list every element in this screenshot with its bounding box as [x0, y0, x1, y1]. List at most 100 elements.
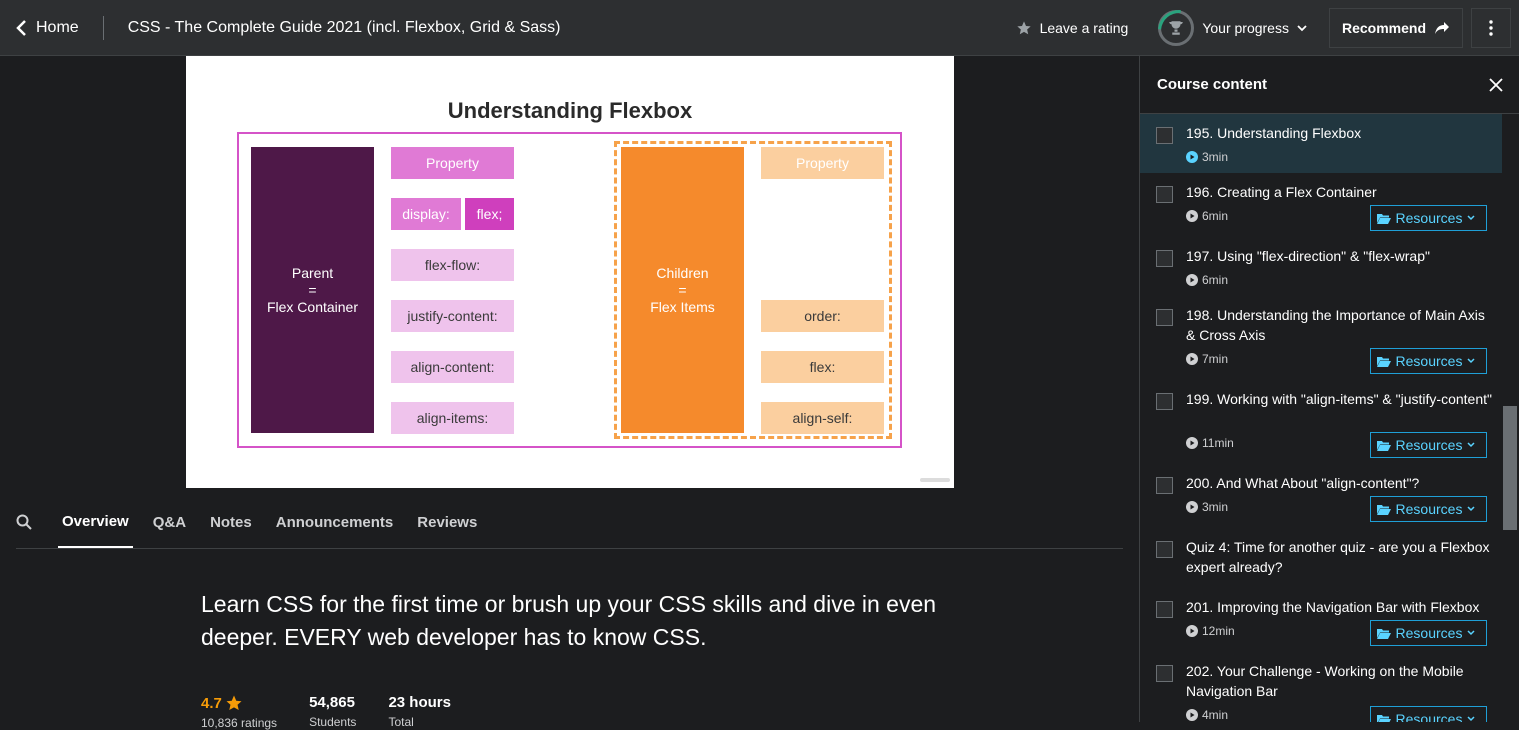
- lecture-duration-text: 7min: [1202, 352, 1229, 366]
- chevron-down-icon: [1467, 630, 1475, 636]
- lecture-item[interactable]: 195. Understanding Flexbox 3min: [1140, 114, 1502, 173]
- chevron-left-icon: [16, 19, 26, 36]
- tab-qa[interactable]: Q&A: [149, 496, 190, 548]
- lecture-item[interactable]: 199. Working with "align-items" & "justi…: [1140, 380, 1502, 464]
- lecture-duration: 6min: [1186, 209, 1228, 223]
- hours-value: 23 hours: [388, 694, 451, 711]
- search-icon: [16, 514, 32, 530]
- children-property-header: Property: [761, 147, 884, 179]
- tab-announcements[interactable]: Announcements: [272, 496, 398, 548]
- video-player[interactable]: Understanding Flexbox Parent = Flex Cont…: [0, 56, 1139, 488]
- lecture-duration: 6min: [1186, 273, 1228, 287]
- resources-label: Resources: [1395, 437, 1463, 453]
- course-title[interactable]: CSS - The Complete Guide 2021 (incl. Fle…: [128, 19, 561, 37]
- more-options-button[interactable]: [1471, 7, 1511, 48]
- sidebar-title: Course content: [1157, 76, 1268, 93]
- lecture-title: 195. Understanding Flexbox: [1186, 125, 1362, 141]
- tab-reviews[interactable]: Reviews: [413, 496, 481, 548]
- chevron-down-icon: [1467, 358, 1475, 364]
- lecture-item[interactable]: 197. Using "flex-direction" & "flex-wrap…: [1140, 237, 1502, 296]
- students-value: 54,865: [309, 694, 355, 711]
- play-circle-icon: [1186, 353, 1198, 365]
- chevron-down-icon: [1297, 24, 1307, 31]
- search-button[interactable]: [16, 496, 40, 548]
- lecture-checkbox[interactable]: [1156, 250, 1173, 267]
- lecture-duration-text: 6min: [1202, 209, 1229, 223]
- prop-flex-value: flex;: [465, 198, 514, 230]
- play-circle-icon: [1186, 274, 1198, 286]
- tab-overview[interactable]: Overview: [58, 496, 133, 548]
- resources-dropdown[interactable]: Resources: [1370, 496, 1487, 522]
- lecture-title: 196. Creating a Flex Container: [1186, 184, 1377, 200]
- play-circle-icon: [1186, 625, 1198, 637]
- overview-panel: Learn CSS for the first time or brush up…: [201, 588, 941, 730]
- prop-flex: flex:: [761, 351, 884, 383]
- resources-label: Resources: [1395, 210, 1463, 226]
- prop-align-self: align-self:: [761, 402, 884, 434]
- hours-label: Total: [388, 715, 414, 729]
- folder-open-icon: [1376, 440, 1391, 451]
- course-tabs: Overview Q&A Notes Announcements Reviews: [16, 496, 1123, 549]
- lecture-checkbox[interactable]: [1156, 541, 1173, 558]
- scrollbar-thumb[interactable]: [1503, 406, 1517, 530]
- lecture-duration-text: 6min: [1202, 273, 1229, 287]
- resources-dropdown[interactable]: Resources: [1370, 205, 1487, 231]
- sidebar-scrollbar[interactable]: [1502, 114, 1519, 722]
- home-link[interactable]: Home: [0, 0, 79, 55]
- lecture-title: 200. And What About "align-content"?: [1186, 475, 1420, 491]
- lecture-title: 199. Working with "align-items" & "justi…: [1186, 391, 1492, 407]
- prop-flex-flow: flex-flow:: [391, 249, 514, 281]
- resources-dropdown[interactable]: Resources: [1370, 348, 1487, 374]
- quiz-title: Quiz 4: Time for another quiz - are you …: [1186, 539, 1490, 575]
- top-bar: Home CSS - The Complete Guide 2021 (incl…: [0, 0, 1519, 56]
- lecture-item[interactable]: 196. Creating a Flex Container 6min Reso…: [1140, 173, 1502, 237]
- lecture-checkbox[interactable]: [1156, 601, 1173, 618]
- resources-label: Resources: [1395, 711, 1463, 722]
- hours-stat: 23 hours Total: [388, 694, 451, 730]
- lecture-duration: 7min: [1186, 352, 1228, 366]
- prop-display: display:: [391, 198, 461, 230]
- lecture-checkbox[interactable]: [1156, 477, 1173, 494]
- play-circle-icon: [1186, 709, 1198, 721]
- parent-line-3: Flex Container: [266, 298, 359, 315]
- progress-ring: [1158, 9, 1195, 46]
- folder-open-icon: [1376, 356, 1391, 367]
- lecture-checkbox[interactable]: [1156, 186, 1173, 203]
- lecture-duration: 11min: [1186, 436, 1234, 450]
- parent-property-header: Property: [391, 147, 514, 179]
- lecture-item[interactable]: 200. And What About "align-content"? 3mi…: [1140, 464, 1502, 528]
- recommend-button[interactable]: Recommend: [1328, 7, 1463, 48]
- trophy-icon: [1169, 20, 1184, 35]
- lecture-duration-text: 3min: [1202, 500, 1229, 514]
- play-circle-icon: [1186, 151, 1198, 163]
- tab-notes[interactable]: Notes: [206, 496, 256, 548]
- lecture-title: 197. Using "flex-direction" & "flex-wrap…: [1186, 248, 1430, 264]
- close-icon[interactable]: [1489, 77, 1503, 92]
- share-arrow-icon: [1435, 21, 1449, 34]
- parent-flex-container-box: Parent = Flex Container: [251, 147, 374, 433]
- resources-dropdown[interactable]: Resources: [1370, 432, 1487, 458]
- resources-label: Resources: [1395, 625, 1463, 641]
- resources-dropdown[interactable]: Resources: [1370, 620, 1487, 646]
- leave-rating-button[interactable]: Leave a rating: [1016, 20, 1128, 36]
- play-circle-icon: [1186, 210, 1198, 222]
- quiz-item[interactable]: Quiz 4: Time for another quiz - are you …: [1140, 528, 1502, 588]
- lecture-item[interactable]: 202. Your Challenge - Working on the Mob…: [1140, 652, 1502, 722]
- lecture-checkbox[interactable]: [1156, 309, 1173, 326]
- resources-label: Resources: [1395, 501, 1463, 517]
- lecture-item[interactable]: 201. Improving the Navigation Bar with F…: [1140, 588, 1502, 652]
- folder-open-icon: [1376, 628, 1391, 639]
- chevron-down-icon: [1467, 215, 1475, 221]
- lecture-checkbox[interactable]: [1156, 665, 1173, 682]
- lecture-item[interactable]: 198. Understanding the Importance of Mai…: [1140, 296, 1502, 380]
- lecture-duration-text: 4min: [1202, 708, 1229, 722]
- resources-dropdown[interactable]: Resources: [1370, 706, 1487, 722]
- lecture-duration: 3min: [1186, 500, 1228, 514]
- students-stat: 54,865 Students: [309, 694, 356, 730]
- your-progress-button[interactable]: Your progress: [1158, 9, 1307, 46]
- lecture-checkbox[interactable]: [1156, 127, 1173, 144]
- lecture-checkbox[interactable]: [1156, 393, 1173, 410]
- lecture-title: 201. Improving the Navigation Bar with F…: [1186, 599, 1480, 615]
- lecture-duration-text: 12min: [1202, 624, 1235, 638]
- children-line-3: Flex Items: [650, 298, 715, 315]
